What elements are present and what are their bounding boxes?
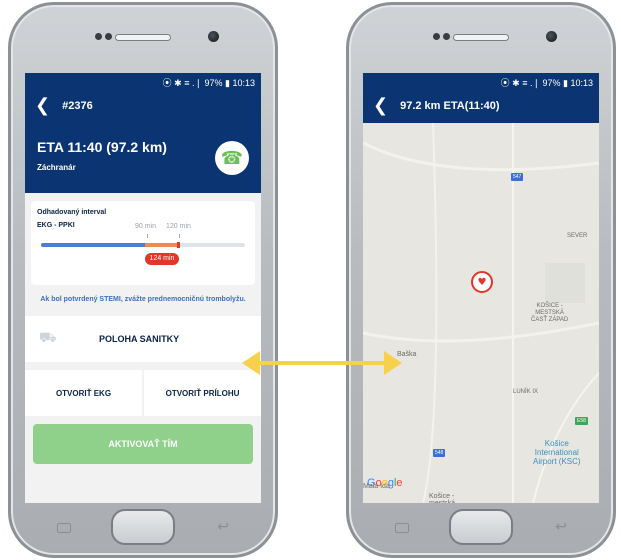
- nav-back-icon[interactable]: ↩: [217, 519, 229, 535]
- current-time-badge: 124 min: [145, 253, 179, 265]
- google-logo: Google: [367, 477, 403, 489]
- tick-mark-120: [179, 234, 180, 238]
- road-shield-e58: E58: [575, 417, 588, 425]
- tick-label-120: 120 min: [166, 223, 191, 230]
- right-screen: ⦿ ✱ ≡ .❘ 97% ▮ 10:13 ❮ 97.2 km ETA(11:40…: [363, 73, 599, 503]
- map-view[interactable]: 547 548 E58 SEVER KOŠICE - MESTSKÁ ČASŤ …: [363, 123, 599, 503]
- interval-label: Odhadovaný interval: [37, 209, 107, 216]
- activate-team-button[interactable]: AKTIVOVAŤ TÍM: [33, 424, 253, 464]
- nav-back-icon[interactable]: ↩: [555, 519, 567, 535]
- back-arrow-icon[interactable]: ❮: [35, 97, 50, 115]
- app-bar: ❮ #2376: [25, 89, 261, 123]
- case-id-title: #2376: [62, 100, 93, 112]
- right-phone: ⦿ ✱ ≡ .❘ 97% ▮ 10:13 ❮ 97.2 km ETA(11:40…: [346, 2, 616, 558]
- front-camera: [546, 31, 557, 42]
- ambulance-location-label: POLOHA SANITKY: [99, 334, 180, 344]
- map-title: 97.2 km ETA(11:40): [400, 100, 500, 112]
- phone-icon: ☎: [220, 147, 244, 169]
- road-shield-547: 547: [511, 173, 524, 181]
- home-button[interactable]: [111, 509, 175, 545]
- speaker-grille: [453, 34, 509, 41]
- sensor-dot: [105, 33, 112, 40]
- home-button[interactable]: [449, 509, 513, 545]
- tick-label-90: 90 min: [135, 223, 157, 230]
- left-phone: ⦿ ✱ ≡ .❘ 97% ▮ 10:13 ❮ #2376 ETA 11:40 (…: [8, 2, 278, 558]
- eta-header: ETA 11:40 (97.2 km) Záchranár ☎: [25, 123, 261, 193]
- call-button[interactable]: ☎: [215, 141, 249, 175]
- map-label-lunik: LUNÍK IX: [513, 389, 539, 395]
- road-shield-548: 548: [433, 449, 446, 457]
- sensor-dot: [433, 33, 440, 40]
- stemi-note: Ak bol potvrdený STEMI, zvážte prednemoc…: [40, 296, 246, 303]
- status-bar: ⦿ ✱ ≡ .❘ 97% ▮ 10:13: [25, 73, 261, 89]
- ambulance-marker-icon[interactable]: ♥: [471, 271, 493, 293]
- map-label-kosice-mestska: Košice - mestská: [429, 493, 455, 503]
- action-buttons-row: OTVORIŤ EKG OTVORIŤ PRÍLOHU: [25, 370, 261, 416]
- front-camera: [208, 31, 219, 42]
- sensor-dot: [443, 33, 450, 40]
- app-bar: ❮ 97.2 km ETA(11:40): [363, 89, 599, 123]
- map-label-kosice-zapad: KOŠICE - MESTSKÁ ČASŤ ZÁPAD: [531, 303, 569, 323]
- marker-glyph: ♥: [477, 276, 487, 288]
- recent-apps-icon[interactable]: [57, 523, 71, 533]
- interval-overdue-segment: [145, 243, 177, 247]
- interval-current-marker: [177, 242, 180, 248]
- map-label-sever: SEVER: [567, 233, 588, 239]
- interval-progress-track: [41, 242, 245, 248]
- logo-letter: e: [396, 477, 403, 489]
- interval-progress-fill: [41, 243, 145, 247]
- logo-letter: G: [367, 477, 376, 489]
- airport-label[interactable]: Košice International Airport (KSC): [533, 439, 581, 466]
- open-ekg-button[interactable]: OTVORIŤ EKG: [25, 370, 142, 416]
- tick-mark-90: [147, 234, 148, 238]
- left-screen: ⦿ ✱ ≡ .❘ 97% ▮ 10:13 ❮ #2376 ETA 11:40 (…: [25, 73, 261, 503]
- sensor-dot: [95, 33, 102, 40]
- interval-card: Odhadovaný interval EKG - PPKI 90 min 12…: [31, 201, 255, 285]
- status-bar: ⦿ ✱ ≡ .❘ 97% ▮ 10:13: [363, 73, 599, 89]
- speaker-grille: [115, 34, 171, 41]
- ambulance-icon: ⛟: [39, 330, 57, 346]
- recent-apps-icon[interactable]: [395, 523, 409, 533]
- double-arrow-icon: [242, 351, 402, 375]
- ambulance-location-button[interactable]: ⛟ POLOHA SANITKY: [25, 316, 261, 362]
- back-arrow-icon[interactable]: ❮: [373, 97, 388, 115]
